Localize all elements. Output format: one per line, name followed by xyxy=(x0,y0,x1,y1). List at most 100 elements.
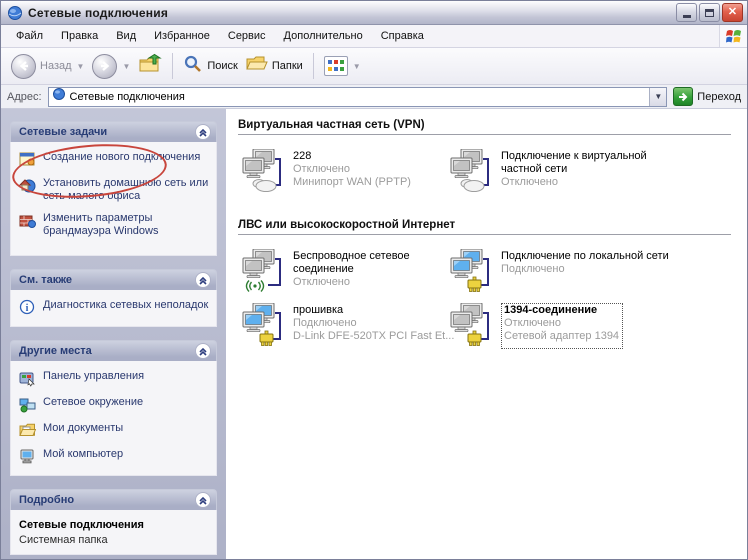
connection-item-local-area-connection[interactable]: Подключение по локальной сетиПодключено xyxy=(446,249,737,295)
section-grid-lan: Беспроводное сетевое соединениеОтключено… xyxy=(238,249,737,349)
connection-name: 1394-соединение xyxy=(504,304,619,317)
network-folder-icon xyxy=(52,87,66,106)
forward-icon xyxy=(92,54,117,79)
menu-item-файл[interactable]: Файл xyxy=(7,27,52,45)
network-places-icon xyxy=(19,396,36,413)
menu-item-правка[interactable]: Правка xyxy=(52,27,107,45)
sidebar-item-label: Мои документы xyxy=(43,422,123,439)
connection-status: Отключено xyxy=(504,317,619,330)
sidebar-panel-other-places: Другие места Панель управления Сетевое окр… xyxy=(10,340,217,476)
address-bar: Адрес: Сетевые подключения ▼ Переход xyxy=(1,85,747,109)
sidebar-item-create-new-connection[interactable]: Создание нового подключения xyxy=(19,151,210,168)
connection-device: D-Link DFE-520TX PCI Fast Et... xyxy=(293,330,454,343)
panel-header-details[interactable]: Подробно xyxy=(10,489,217,510)
sidebar-item-label: Сетевое окружение xyxy=(43,396,143,413)
menu-item-справка[interactable]: Справка xyxy=(372,27,433,45)
menu-item-дополнительно[interactable]: Дополнительно xyxy=(275,27,372,45)
views-dropdown-icon[interactable]: ▼ xyxy=(353,62,361,71)
lan-connection-icon xyxy=(238,303,286,349)
address-input[interactable]: Сетевые подключения ▼ xyxy=(48,87,668,107)
connection-text: Беспроводное сетевое соединениеОтключено xyxy=(293,249,446,295)
search-icon xyxy=(183,54,203,79)
back-dropdown-icon[interactable]: ▼ xyxy=(77,62,85,71)
collapse-chevron-icon[interactable] xyxy=(195,492,211,508)
search-button[interactable]: Поиск xyxy=(179,52,241,81)
sidebar-item-label: Панель управления xyxy=(43,370,144,387)
panel-body-details: Сетевые подключенияСистемная папка xyxy=(10,510,217,555)
address-label: Адрес: xyxy=(7,91,42,103)
sidebar-item-network-troubleshooter[interactable]: iДиагностика сетевых неполадок xyxy=(19,299,210,316)
title-bar: Сетевые подключения ✕ xyxy=(1,1,747,25)
sidebar-item-label: Мой компьютер xyxy=(43,448,123,465)
toolbar: Назад ▼ ▼ xyxy=(1,48,747,85)
connection-item-wireless-connection[interactable]: Беспроводное сетевое соединениеОтключено xyxy=(238,249,446,295)
panel-header-see-also[interactable]: См. также xyxy=(10,269,217,290)
new-connection-icon xyxy=(19,151,36,168)
panel-header-other-places[interactable]: Другие места xyxy=(10,340,217,361)
my-documents-icon xyxy=(19,422,36,439)
minimize-button[interactable] xyxy=(676,3,697,22)
menu-item-вид[interactable]: Вид xyxy=(107,27,145,45)
vpn-connection-icon xyxy=(238,149,286,195)
network-connections-icon xyxy=(7,5,23,21)
sidebar-item-network-places[interactable]: Сетевое окружение xyxy=(19,396,210,413)
menu-item-сервис[interactable]: Сервис xyxy=(219,27,275,45)
minimize-icon xyxy=(683,15,691,18)
panel-header-network-tasks[interactable]: Сетевые задачи xyxy=(10,121,217,142)
sidebar-panel-details: Подробно Сетевые подключенияСистемная пап… xyxy=(10,489,217,555)
close-button[interactable]: ✕ xyxy=(722,3,743,22)
window-title: Сетевые подключения xyxy=(28,6,676,20)
back-label: Назад xyxy=(40,60,72,72)
svg-text:i: i xyxy=(26,303,29,314)
panel-title: Подробно xyxy=(19,494,74,506)
panel-title: См. также xyxy=(19,274,72,286)
up-folder-icon xyxy=(138,53,162,80)
sidebar-item-my-computer[interactable]: Мой компьютер xyxy=(19,448,210,465)
menu-item-избранное[interactable]: Избранное xyxy=(145,27,219,45)
folders-icon xyxy=(246,55,268,78)
sidebar-panel-see-also: См. также iДиагностика сетевых неполадок xyxy=(10,269,217,327)
address-dropdown-button[interactable]: ▼ xyxy=(649,88,666,106)
my-computer-icon xyxy=(19,448,36,465)
content-area: Сетевые задачи Создание нового подключени… xyxy=(1,109,747,559)
details-folder-name: Сетевые подключения xyxy=(19,519,210,531)
connection-item-proshivka[interactable]: прошивкаПодключеноD-Link DFE-520TX PCI F… xyxy=(238,303,446,349)
connection-status: Подключено xyxy=(293,317,454,330)
home-network-icon xyxy=(19,177,36,194)
views-button[interactable]: ▼ xyxy=(320,54,365,78)
sidebar-item-my-documents[interactable]: Мои документы xyxy=(19,422,210,439)
section-grid-vpn: 228ОтключеноМинипорт WAN (PPTP)Подключен… xyxy=(238,149,737,195)
sidebar-item-label: Установить домашнюю сеть или сеть малого… xyxy=(43,177,210,203)
back-button[interactable]: Назад ▼ xyxy=(7,52,88,81)
sidebar-item-change-firewall-settings[interactable]: Изменить параметры брандмауэра Windows xyxy=(19,212,210,238)
sidebar-item-label: Создание нового подключения xyxy=(43,151,200,168)
connection-name: Подключение к виртуальной частной сети xyxy=(501,150,671,176)
wireless-connection-icon xyxy=(238,249,286,295)
collapse-chevron-icon[interactable] xyxy=(195,343,211,359)
forward-dropdown-icon[interactable]: ▼ xyxy=(122,62,130,71)
folders-button[interactable]: Папки xyxy=(242,53,307,80)
forward-button[interactable]: ▼ xyxy=(88,52,134,81)
panel-body-see-also: iДиагностика сетевых неполадок xyxy=(10,290,217,327)
sidebar-item-setup-home-network[interactable]: Установить домашнюю сеть или сеть малого… xyxy=(19,177,210,203)
connection-item-firewire-1394[interactable]: 1394-соединениеОтключеноСетевой адаптер … xyxy=(446,303,737,349)
connection-text: прошивкаПодключеноD-Link DFE-520TX PCI F… xyxy=(293,303,454,349)
maximize-button[interactable] xyxy=(699,3,720,22)
up-button[interactable] xyxy=(134,51,166,82)
panel-title: Сетевые задачи xyxy=(19,126,107,138)
search-label: Поиск xyxy=(207,60,237,72)
connection-item-vpn-228[interactable]: 228ОтключеноМинипорт WAN (PPTP) xyxy=(238,149,446,195)
connection-status: Отключено xyxy=(293,276,446,289)
section-header-vpn: Виртуальная частная сеть (VPN) xyxy=(238,117,731,135)
collapse-chevron-icon[interactable] xyxy=(195,124,211,140)
vpn-connection-icon xyxy=(446,149,494,195)
connection-text: Подключение по локальной сетиПодключено xyxy=(501,249,669,295)
collapse-chevron-icon[interactable] xyxy=(195,272,211,288)
go-button[interactable]: Переход xyxy=(673,87,741,106)
connection-status: Отключено xyxy=(293,163,411,176)
go-arrow-icon xyxy=(673,87,693,106)
windows-logo-icon xyxy=(719,25,747,47)
sidebar-item-control-panel[interactable]: Панель управления xyxy=(19,370,210,387)
connection-item-vpn-connection[interactable]: Подключение к виртуальной частной сетиОт… xyxy=(446,149,737,195)
panel-body-network-tasks: Создание нового подключения Установить до… xyxy=(10,142,217,256)
